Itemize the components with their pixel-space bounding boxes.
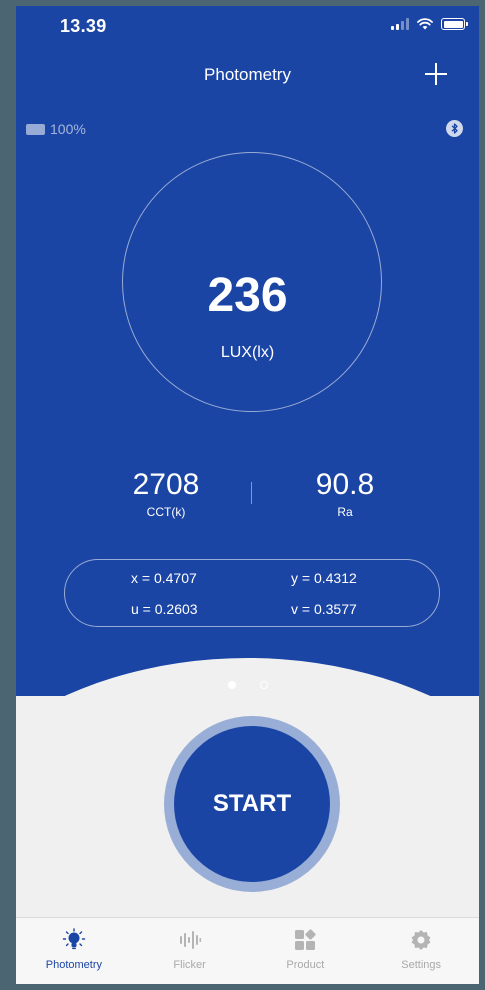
chromaticity-coordinates: x = 0.4707 y = 0.4312 u = 0.2603 v = 0.3… <box>64 559 440 627</box>
tab-label: Photometry <box>45 959 102 971</box>
metric-divider <box>251 482 252 504</box>
bluetooth-icon[interactable] <box>446 120 463 137</box>
grid-icon <box>295 929 317 950</box>
status-icons <box>391 18 468 30</box>
device-battery: 100% <box>26 121 86 137</box>
add-button[interactable] <box>423 61 449 87</box>
wifi-icon <box>417 18 433 30</box>
bulb-icon <box>62 928 86 950</box>
tab-label: Settings <box>401 959 441 971</box>
tab-label: Product <box>286 959 325 971</box>
start-button-ring: START <box>164 716 340 892</box>
app-screen: 13.39 Photometry 100% 236 LUX(lx) 2708 C… <box>16 6 479 984</box>
tab-product[interactable]: Product <box>248 918 364 984</box>
tab-flicker[interactable]: Flicker <box>132 918 248 984</box>
page-dot-2[interactable] <box>259 681 268 689</box>
tab-settings[interactable]: Settings <box>363 918 479 984</box>
cct-metric: 2708 CCT(k) <box>96 468 236 519</box>
page-indicator[interactable] <box>16 681 479 689</box>
status-time: 13.39 <box>60 16 107 36</box>
page-title: Photometry <box>204 65 291 84</box>
start-button[interactable]: START <box>174 726 330 882</box>
coord-u: u = 0.2603 <box>131 601 198 617</box>
battery-icon <box>441 18 468 30</box>
tab-label: Flicker <box>173 959 206 971</box>
page-dot-1[interactable] <box>227 681 236 689</box>
tab-photometry[interactable]: Photometry <box>16 918 132 984</box>
ra-label: Ra <box>337 505 353 519</box>
cct-label: CCT(k) <box>146 505 186 519</box>
device-battery-level: 100% <box>50 121 86 137</box>
waveform-icon <box>179 931 201 949</box>
lux-value: 236 <box>207 269 288 322</box>
coord-v: v = 0.3577 <box>291 601 357 617</box>
coord-x: x = 0.4707 <box>131 570 197 586</box>
gear-icon <box>411 930 431 950</box>
cellular-signal-icon <box>391 18 409 30</box>
tab-bar: Photometry Flicker Product Settings <box>16 917 479 984</box>
device-battery-icon <box>26 123 45 135</box>
lux-unit: LUX(lx) <box>220 344 275 361</box>
coord-y: y = 0.4312 <box>291 570 357 586</box>
ra-metric: 90.8 Ra <box>275 468 415 519</box>
cct-value: 2708 <box>132 468 200 501</box>
ra-value: 90.8 <box>315 468 375 501</box>
